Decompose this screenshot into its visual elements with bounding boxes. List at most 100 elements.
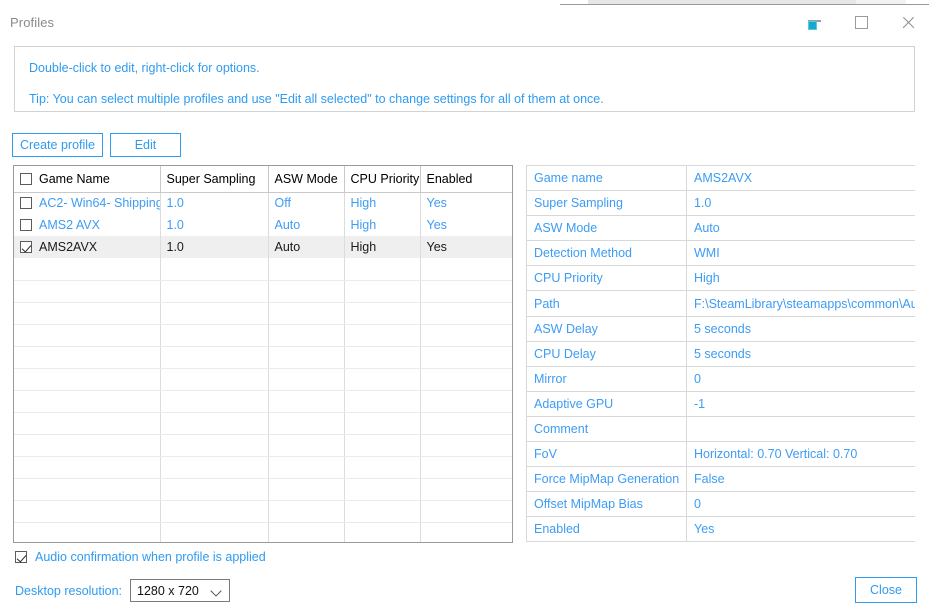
cell-empty: [420, 368, 512, 391]
cell-empty: [160, 390, 269, 413]
mouse-cursor-highlight: [808, 22, 816, 29]
cell-empty: [344, 258, 421, 281]
cell-empty: [14, 302, 161, 325]
detail-key: Game name: [526, 165, 687, 192]
column-header-cpu-priority[interactable]: CPU Priority: [344, 166, 421, 193]
cell-game-name[interactable]: AMS2AVX: [14, 236, 161, 258]
cell-empty: [344, 434, 421, 457]
title-bar: Profiles: [0, 5, 929, 40]
cell-empty: [420, 478, 512, 501]
detail-key: FoV: [526, 441, 687, 468]
cell-super-sampling: 1.0: [160, 192, 269, 214]
table-row[interactable]: AC2- Win64- Shipping 1.0 Off High Yes: [14, 192, 512, 214]
audio-confirmation-row[interactable]: Audio confirmation when profile is appli…: [15, 550, 266, 564]
detail-value: -1: [686, 390, 915, 417]
cell-empty: [160, 324, 269, 347]
table-row-empty[interactable]: [14, 478, 512, 501]
table-row[interactable]: AMS2 AVX 1.0 Auto High Yes: [14, 214, 512, 236]
table-row-empty[interactable]: [14, 280, 512, 303]
desktop-resolution-row: Desktop resolution: 1280 x 720: [15, 579, 231, 602]
cell-empty: [344, 500, 421, 523]
table-row[interactable]: AMS2AVX 1.0 Auto High Yes: [14, 236, 512, 258]
table-row-empty[interactable]: [14, 346, 512, 369]
hint-line-primary: Double-click to edit, right-click for op…: [29, 61, 260, 75]
audio-confirmation-checkbox[interactable]: [15, 551, 27, 563]
chevron-down-icon: [210, 585, 222, 597]
cell-enabled: Yes: [420, 236, 512, 258]
cell-empty: [268, 346, 345, 369]
cell-empty: [344, 522, 421, 542]
cell-empty: [268, 324, 345, 347]
profiles-table-head: Game Name Super Sampling ASW Mode CPU Pr…: [14, 166, 512, 193]
window-title: Profiles: [10, 15, 55, 30]
cell-empty: [160, 456, 269, 479]
maximize-button[interactable]: [838, 5, 884, 40]
edit-button[interactable]: Edit: [110, 133, 181, 157]
cell-empty: [268, 258, 345, 281]
row-game-name-label: AMS2AVX: [39, 240, 98, 254]
detail-key: Comment: [526, 415, 687, 443]
table-header-row: Game Name Super Sampling ASW Mode CPU Pr…: [14, 166, 512, 193]
detail-row: Offset MipMap Bias 0: [526, 491, 915, 518]
table-row-empty[interactable]: [14, 258, 512, 281]
table-row-empty[interactable]: [14, 302, 512, 325]
row-checkbox[interactable]: [20, 241, 32, 253]
table-row-empty[interactable]: [14, 434, 512, 457]
close-button[interactable]: Close: [855, 577, 917, 603]
cell-asw-mode: Auto: [268, 236, 345, 258]
maximize-icon: [854, 16, 868, 29]
cell-empty: [268, 390, 345, 413]
detail-row: Adaptive GPU -1: [526, 390, 915, 417]
column-header-asw-mode[interactable]: ASW Mode: [268, 166, 345, 193]
table-row-empty[interactable]: [14, 324, 512, 347]
window-close-button[interactable]: [885, 5, 929, 40]
cell-empty: [160, 258, 269, 281]
profile-detail-panel[interactable]: Game name AMS2AVX Super Sampling 1.0 ASW Mod…: [526, 165, 915, 543]
profiles-window: Profiles Double-click to edit, right-cli…: [0, 0, 929, 606]
column-header-game-name-label: Game Name: [39, 171, 110, 186]
column-header-game-name[interactable]: Game Name: [14, 166, 161, 193]
cell-empty: [268, 434, 345, 457]
cell-empty: [14, 456, 161, 479]
table-row-empty[interactable]: [14, 522, 512, 542]
table-row-empty[interactable]: [14, 368, 512, 391]
cell-empty: [268, 302, 345, 325]
row-game-name-label: AC2- Win64- Shipping: [39, 196, 160, 211]
cell-game-name[interactable]: AMS2 AVX: [14, 214, 161, 236]
table-row-empty[interactable]: [14, 500, 512, 523]
detail-value: False: [686, 466, 915, 493]
cell-empty: [268, 500, 345, 523]
create-profile-button[interactable]: Create profile: [12, 133, 103, 157]
cell-empty: [344, 346, 421, 369]
cell-empty: [268, 456, 345, 479]
cell-empty: [344, 412, 421, 435]
row-checkbox[interactable]: [20, 197, 32, 210]
detail-value: 5 seconds: [686, 340, 915, 367]
cell-empty: [14, 390, 161, 413]
profiles-grid[interactable]: Game Name Super Sampling ASW Mode CPU Pr…: [13, 165, 513, 543]
cell-super-sampling: 1.0: [160, 214, 269, 236]
cell-empty: [268, 478, 345, 501]
cell-asw-mode: Off: [268, 192, 345, 214]
cell-empty: [160, 412, 269, 435]
cell-game-name[interactable]: AC2- Win64- Shipping: [14, 192, 161, 214]
cell-empty: [420, 456, 512, 479]
column-header-super-sampling[interactable]: Super Sampling: [160, 166, 269, 193]
cell-super-sampling: 1.0: [160, 236, 269, 258]
close-icon: [901, 15, 916, 30]
cell-empty: [420, 302, 512, 325]
detail-key: Enabled: [526, 516, 687, 543]
profile-detail-body: Game name AMS2AVX Super Sampling 1.0 ASW Mod…: [526, 165, 915, 543]
row-game-name-label: AMS2 AVX: [39, 218, 100, 232]
desktop-resolution-select[interactable]: 1280 x 720: [130, 579, 231, 602]
detail-key: Force MipMap Generation: [526, 466, 687, 493]
table-row-empty[interactable]: [14, 456, 512, 479]
row-checkbox[interactable]: [20, 219, 32, 231]
select-all-checkbox[interactable]: [20, 172, 32, 185]
column-header-enabled[interactable]: Enabled: [420, 166, 512, 193]
table-row-empty[interactable]: [14, 412, 512, 435]
minimize-button[interactable]: [791, 5, 837, 40]
cell-empty: [344, 324, 421, 347]
table-row-empty[interactable]: [14, 390, 512, 413]
cell-asw-mode: Auto: [268, 214, 345, 236]
